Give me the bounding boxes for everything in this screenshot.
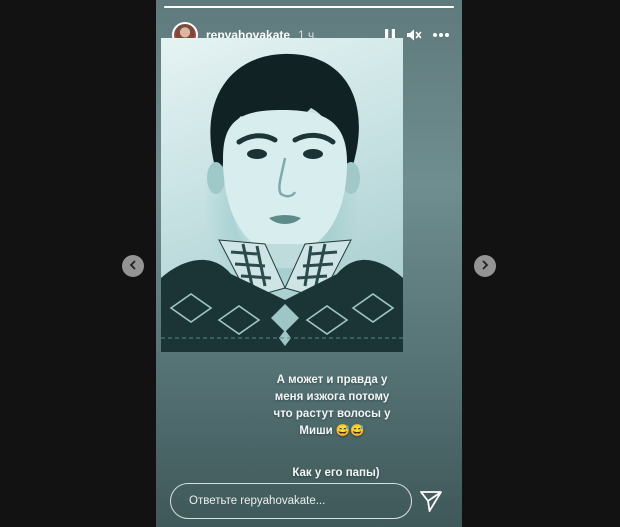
chevron-left-icon bbox=[128, 257, 138, 275]
send-icon[interactable] bbox=[418, 488, 444, 514]
reply-bar[interactable] bbox=[170, 483, 412, 519]
story-progress-fill bbox=[164, 6, 454, 8]
second-caption: Как у его папы) bbox=[292, 467, 380, 479]
next-story-button[interactable] bbox=[474, 255, 496, 277]
chevron-right-icon bbox=[480, 257, 490, 275]
caption-line: меня изжога потому bbox=[274, 391, 390, 403]
reply-input[interactable] bbox=[187, 494, 401, 508]
story-caption: А может и правда у меня изжога потому чт… bbox=[252, 372, 412, 440]
story-viewer: repyahovakate 1 ч. А может и правда у ме… bbox=[156, 0, 462, 527]
mute-icon[interactable] bbox=[406, 28, 422, 42]
caption-line: Миши 😅😅 bbox=[299, 425, 365, 437]
caption-line: что растут волосы у bbox=[273, 408, 391, 420]
more-icon[interactable] bbox=[432, 32, 450, 38]
caption-line: А может и правда у bbox=[276, 374, 388, 386]
story-progress-bar bbox=[164, 6, 454, 8]
previous-story-button[interactable] bbox=[122, 255, 144, 277]
story-photo bbox=[161, 38, 403, 352]
